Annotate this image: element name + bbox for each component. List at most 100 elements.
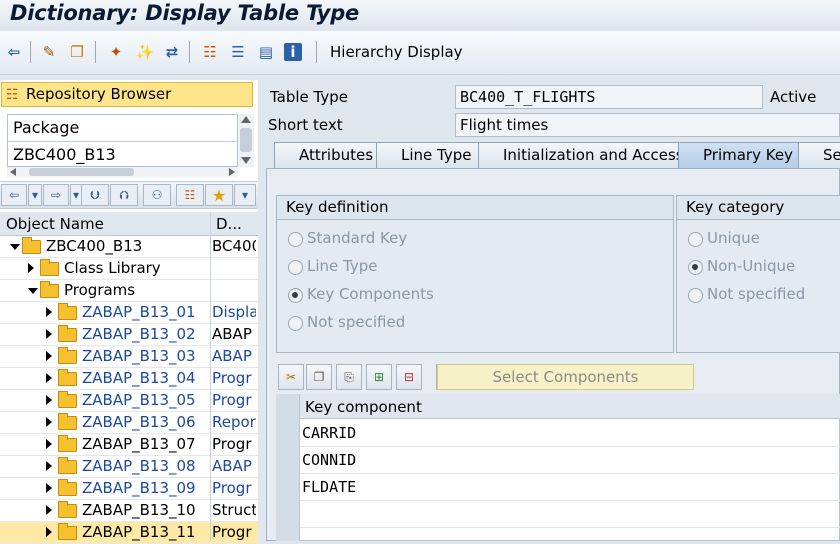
tree-item-name[interactable]: ZABAP_B13_11 [82, 523, 196, 541]
tree-item-name[interactable]: ZABAP_B13_07 [82, 435, 196, 453]
expand-icon[interactable] [46, 439, 52, 449]
binoculars-icon[interactable]: ⚇ [143, 184, 171, 206]
expand-icon[interactable] [28, 263, 34, 273]
table-view-icon[interactable]: ▤ [255, 41, 277, 63]
scroll-right-icon[interactable] [229, 168, 235, 176]
tree-item-name[interactable]: ZABAP_B13_03 [82, 347, 196, 365]
favorites-star-icon[interactable]: ★ [205, 184, 233, 206]
tree-item-name[interactable]: ZBC400_B13 [46, 237, 142, 255]
table-type-field[interactable]: BC400_T_FLIGHTS [455, 85, 763, 109]
check-icon[interactable]: ✦ [105, 41, 127, 63]
tree-row-zabap-b13-04[interactable]: ZABAP_B13_04 Progr [0, 368, 258, 390]
tree-row-zbc400-b13[interactable]: ZBC400_B13 BC400 [0, 236, 258, 258]
tree-row-zabap-b13-01[interactable]: ZABAP_B13_01 Displa [0, 302, 258, 324]
horizontal-scrollbar[interactable] [7, 167, 238, 177]
tree-row-zabap-b13-07[interactable]: ZABAP_B13_07 Progr [0, 434, 258, 456]
tree-item-name[interactable]: ZABAP_B13_08 [82, 457, 196, 475]
tree-item-name[interactable]: ZABAP_B13_05 [82, 391, 196, 409]
tab-initialization-access[interactable]: Initialization and Access [478, 142, 692, 168]
insert-row-icon[interactable]: ⊞ [366, 364, 392, 390]
tree-row-zabap-b13-05[interactable]: ZABAP_B13_05 Progr [0, 390, 258, 412]
tree-row-zabap-b13-02[interactable]: ZABAP_B13_02 ABAP [0, 324, 258, 346]
expand-icon[interactable] [46, 351, 52, 361]
row-selector-column[interactable] [276, 394, 300, 541]
description-column-header[interactable]: D... [216, 215, 242, 233]
key-components-radio[interactable]: Key Components [287, 285, 434, 303]
object-name-column-header[interactable]: Object Name [6, 215, 104, 233]
tree-row-zabap-b13-03[interactable]: ZABAP_B13_03 ABAP [0, 346, 258, 368]
tree-item-name[interactable]: ZABAP_B13_04 [82, 369, 196, 387]
previous-dropdown-icon[interactable]: ▾ [28, 184, 42, 206]
expand-icon[interactable] [46, 527, 52, 537]
tree-item-name[interactable]: Programs [64, 281, 135, 299]
tree-item-name[interactable]: ZABAP_B13_02 [82, 325, 196, 343]
tree-item-name[interactable]: Class Library [64, 259, 161, 277]
tree-row-programs[interactable]: Programs [0, 280, 258, 302]
not-specified-radio[interactable]: Not specified [287, 313, 405, 331]
category-not-specified-radio[interactable]: Not specified [687, 285, 805, 303]
collapse-icon[interactable] [28, 288, 38, 294]
tree-item-name[interactable]: ZABAP_B13_09 [82, 479, 196, 497]
tree-row-zabap-b13-06[interactable]: ZABAP_B13_06 Repor [0, 412, 258, 434]
collapse-icon[interactable] [10, 244, 20, 250]
tree-row-class-library[interactable]: Class Library [0, 258, 258, 280]
expand-icon[interactable] [46, 329, 52, 339]
previous-object-icon[interactable]: ⇦ [1, 184, 27, 206]
tree-item-name[interactable]: ZABAP_B13_10 [82, 501, 196, 519]
table-row[interactable] [300, 501, 840, 528]
vertical-scrollbar[interactable] [238, 114, 254, 167]
expand-icon[interactable] [46, 307, 52, 317]
hierarchy-icon[interactable]: ☷ [199, 41, 221, 63]
expand-icon[interactable] [46, 483, 52, 493]
stack-icon[interactable]: ☰ [227, 41, 249, 63]
hierarchy-tree-icon[interactable]: ☷ [176, 184, 204, 206]
repository-browser-button[interactable]: ☷ Repository Browser [1, 82, 253, 107]
tab-primary-key[interactable]: Primary Key [678, 142, 812, 168]
key-component-column-header[interactable]: Key component [305, 398, 422, 416]
where-used-icon[interactable]: ⇄ [161, 41, 183, 63]
back-arrow-icon[interactable]: ⇦ [3, 41, 25, 63]
non-unique-radio[interactable]: Non-Unique [687, 257, 795, 275]
scroll-left-icon[interactable] [10, 168, 16, 176]
delete-row-icon[interactable]: ⊟ [396, 364, 422, 390]
tree-row-zabap-b13-09[interactable]: ZABAP_B13_09 Progr [0, 478, 258, 500]
info-icon[interactable]: i [284, 43, 302, 61]
pane-splitter[interactable] [258, 80, 264, 541]
scroll-up-icon[interactable] [241, 116, 251, 123]
expand-icon[interactable] [46, 461, 52, 471]
unique-radio[interactable]: Unique [687, 229, 760, 247]
standard-key-radio[interactable]: Standard Key [287, 229, 407, 247]
next-object-icon[interactable]: ⇨ [43, 184, 69, 206]
activate-icon[interactable]: ✨ [134, 41, 156, 63]
scrollbar-thumb[interactable] [29, 168, 134, 176]
expand-icon[interactable] [46, 373, 52, 383]
table-row[interactable]: CONNID [300, 447, 840, 474]
expand-icon[interactable] [46, 417, 52, 427]
tab-secondary-key[interactable]: Se [798, 142, 840, 168]
scroll-down-icon[interactable] [241, 157, 251, 164]
down-level-icon[interactable]: ⮋ [81, 184, 109, 206]
tree-item-name[interactable]: ZABAP_B13_01 [82, 303, 196, 321]
object-type-dropdown[interactable]: Package [13, 118, 79, 137]
up-level-icon[interactable]: ⮉ [110, 184, 138, 206]
paste-icon[interactable]: ⎘ [336, 364, 362, 390]
expand-icon[interactable] [46, 505, 52, 515]
tree-row-zabap-b13-08[interactable]: ZABAP_B13_08 ABAP [0, 456, 258, 478]
tab-line-type[interactable]: Line Type [376, 142, 492, 168]
tree-item-name[interactable]: ZABAP_B13_06 [82, 413, 196, 431]
select-components-button[interactable]: Select Components [437, 364, 694, 390]
display-change-icon[interactable]: ✎ [38, 41, 60, 63]
cut-icon[interactable]: ✂ [278, 364, 304, 390]
table-row[interactable]: FLDATE [300, 474, 840, 501]
scrollbar-thumb[interactable] [240, 128, 252, 152]
copy-icon[interactable]: ❐ [306, 364, 332, 390]
tab-attributes[interactable]: Attributes [274, 142, 390, 168]
table-row[interactable]: CARRID [300, 420, 840, 447]
object-list-selector[interactable]: Package ZBC400_B13 [7, 114, 238, 167]
expand-icon[interactable] [46, 395, 52, 405]
other-object-icon[interactable]: ❐ [66, 41, 88, 63]
short-text-field[interactable]: Flight times [455, 113, 840, 137]
package-input[interactable]: ZBC400_B13 [13, 145, 116, 164]
more-dropdown-icon[interactable]: ▾ [234, 184, 256, 206]
tree-row-zabap-b13-10[interactable]: ZABAP_B13_10 Struct [0, 500, 258, 522]
